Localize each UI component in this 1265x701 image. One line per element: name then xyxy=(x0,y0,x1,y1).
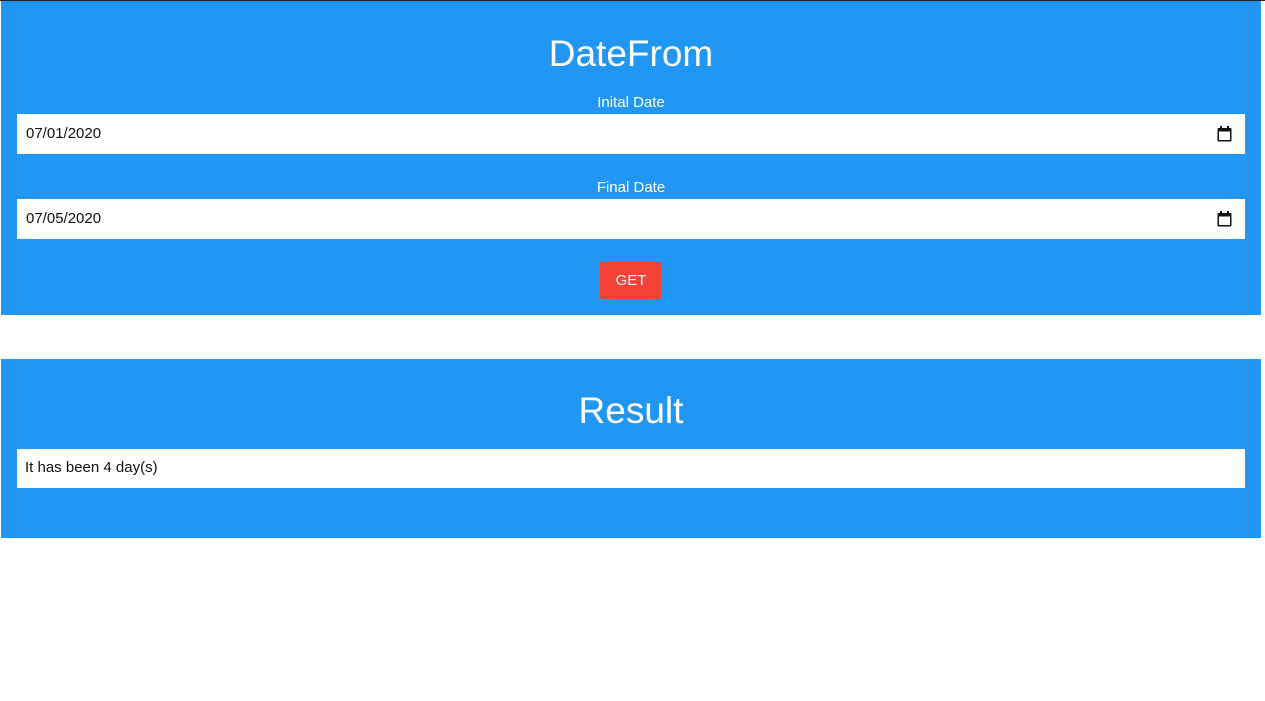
calendar-icon[interactable] xyxy=(1217,211,1232,227)
final-date-value: 07/05/2020 xyxy=(26,210,102,227)
initial-date-label: Inital Date xyxy=(597,94,665,111)
date-form-panel: DateFrom Inital Date 07/01/2020 Final Da… xyxy=(1,1,1261,315)
result-panel: Result It has been 4 day(s) xyxy=(1,359,1261,538)
initial-date-value: 07/01/2020 xyxy=(26,125,102,142)
initial-date-input[interactable]: 07/01/2020 xyxy=(17,114,1245,154)
get-button[interactable]: GET xyxy=(600,262,662,299)
result-title: Result xyxy=(578,390,684,431)
form-title: DateFrom xyxy=(548,33,714,74)
final-date-input[interactable]: 07/05/2020 xyxy=(17,199,1245,239)
calendar-icon[interactable] xyxy=(1217,126,1232,142)
result-field: It has been 4 day(s) xyxy=(17,449,1245,488)
result-text: It has been 4 day(s) xyxy=(25,459,158,476)
final-date-label: Final Date xyxy=(596,179,666,196)
